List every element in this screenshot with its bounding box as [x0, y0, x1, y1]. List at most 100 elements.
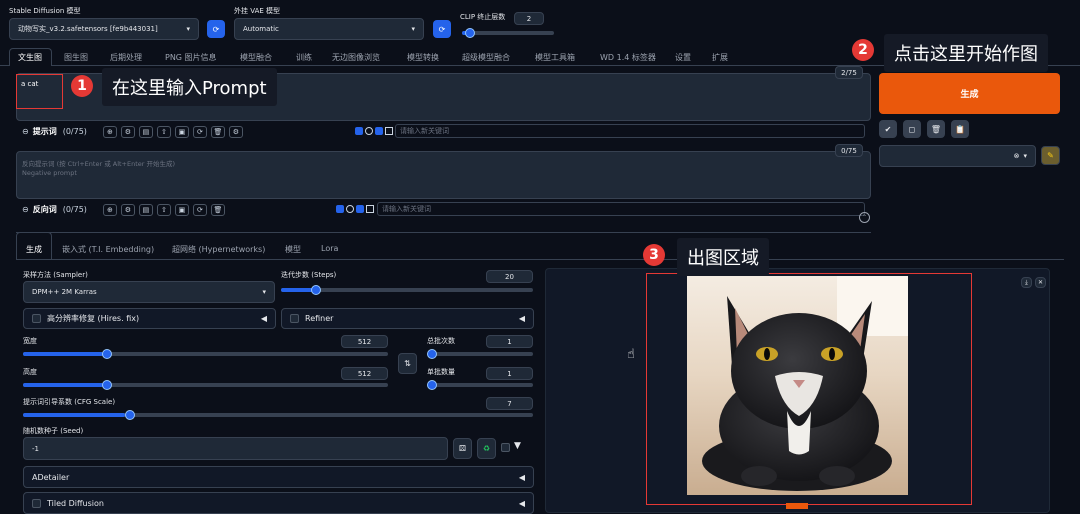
refiner-checkbox[interactable] — [290, 314, 299, 323]
height-label: 高度 — [23, 368, 37, 376]
dice-button[interactable]: ⚄ — [453, 438, 472, 459]
steps-value[interactable]: 20 — [486, 270, 533, 283]
chevron-down-icon: ▾ — [1023, 152, 1027, 160]
subtab-hypernetworks[interactable]: 超网络 (Hypernetworks) — [172, 244, 265, 255]
refiner-accordion[interactable]: Refiner ◀ — [281, 308, 534, 329]
gear-icon[interactable]: ⚙ — [120, 203, 135, 216]
checkbox-unchecked[interactable] — [385, 127, 393, 135]
swap-dimensions-button[interactable]: ⇅ — [398, 353, 417, 374]
globe-icon[interactable]: ⊕ — [102, 203, 117, 216]
batch-size-slider[interactable] — [427, 380, 533, 390]
paste-icon[interactable]: ▤ — [138, 203, 153, 216]
gear-icon[interactable]: ⚙ — [120, 125, 135, 138]
checkbox-checked[interactable] — [356, 205, 364, 213]
seed-label: 随机数种子 (Seed) — [23, 427, 84, 435]
width-slider[interactable] — [23, 349, 388, 359]
tiled-diffusion-accordion[interactable]: Tiled Diffusion ◀ — [23, 492, 534, 514]
negative-label: 反向词 — [32, 205, 57, 214]
trash-icon[interactable]: 🗑 — [927, 120, 945, 138]
batch-size-value[interactable]: 1 — [486, 367, 533, 380]
cfg-value[interactable]: 7 — [486, 397, 533, 410]
clock-icon[interactable] — [346, 205, 354, 213]
clip-slider[interactable] — [462, 28, 554, 38]
vae-select[interactable]: Automatic ▾ — [234, 18, 424, 40]
extra-seed-checkbox[interactable] — [501, 443, 510, 452]
subtab-embedding[interactable]: 嵌入式 (T.I. Embedding) — [62, 244, 154, 255]
refresh-icon[interactable]: ⟳ — [192, 203, 207, 216]
negative-placeholder-1: 反向提示词 (按 Ctrl+Enter 或 Alt+Enter 开始生成) — [22, 160, 176, 168]
clip-value[interactable]: 2 — [514, 12, 544, 25]
upload-icon[interactable]: ⇧ — [156, 125, 171, 138]
height-slider[interactable] — [23, 380, 388, 390]
image-icon[interactable]: ▣ — [174, 125, 189, 138]
tab-infinite-browser[interactable]: 无边图像浏览 — [332, 52, 380, 63]
generate-button[interactable]: 生成 — [879, 73, 1060, 114]
clock-icon[interactable] — [365, 127, 373, 135]
height-value[interactable]: 512 — [341, 367, 388, 380]
annotation-3-badge: 3 — [643, 244, 665, 266]
tab-settings[interactable]: 设置 — [675, 52, 691, 63]
checkbox-checked[interactable] — [355, 127, 363, 135]
tab-extras[interactable]: 后期处理 — [110, 52, 142, 63]
image-icon[interactable]: ▣ — [174, 203, 189, 216]
cfg-slider[interactable] — [23, 410, 533, 420]
negative-toggles — [336, 205, 374, 213]
tab-extensions[interactable]: 扩展 — [712, 52, 728, 63]
check-icon[interactable]: ✔ — [879, 120, 897, 138]
caret-down-icon[interactable]: ▼ — [514, 441, 521, 451]
paste-icon[interactable]: ▤ — [138, 125, 153, 138]
subtab-lora[interactable]: Lora — [321, 244, 338, 253]
chevron-up-icon[interactable]: ⌃ — [859, 212, 870, 223]
generated-image[interactable] — [687, 276, 908, 495]
adetailer-accordion[interactable]: ADetailer ◀ — [23, 466, 534, 488]
width-value[interactable]: 512 — [341, 335, 388, 348]
seed-input[interactable]: -1 — [23, 437, 448, 460]
negative-keyword-input[interactable]: 请输入新关键词 — [377, 202, 865, 216]
tab-train[interactable]: 训练 — [296, 52, 312, 63]
sampler-select[interactable]: DPM++ 2M Karras ▾ — [23, 281, 275, 303]
settings-icon[interactable]: ⚙ — [228, 125, 243, 138]
checkbox-checked[interactable] — [375, 127, 383, 135]
download-icon[interactable]: ⤓ — [1021, 277, 1032, 288]
upload-icon[interactable]: ⇧ — [156, 203, 171, 216]
keyword-input[interactable]: 请输入新关键词 — [395, 124, 865, 138]
recycle-button[interactable]: ♻ — [477, 438, 496, 459]
collapse-icon[interactable]: ⊖ — [22, 205, 29, 214]
tab-checkpoint-merge[interactable]: 模型融合 — [240, 52, 272, 63]
square-icon[interactable]: ◻ — [903, 120, 921, 138]
tab-model-toolbox[interactable]: 模型工具箱 — [535, 52, 575, 63]
checkbox-checked[interactable] — [336, 205, 344, 213]
sampler-value: DPM++ 2M Karras — [32, 288, 97, 296]
sampler-label: 采样方法 (Sampler) — [23, 271, 88, 279]
batch-count-slider[interactable] — [427, 349, 533, 359]
refresh-model-button[interactable]: ⟳ — [207, 20, 225, 38]
hires-fix-accordion[interactable]: 高分辨率修复 (Hires. fix) ◀ — [23, 308, 276, 329]
edit-icon[interactable]: ✎ — [1041, 146, 1060, 165]
tiled-checkbox[interactable] — [32, 498, 41, 508]
collapse-icon[interactable]: ⊖ — [22, 127, 29, 136]
clear-icon[interactable]: ⊗ — [1014, 152, 1020, 160]
checkbox-unchecked[interactable] — [366, 205, 374, 213]
triangle-left-icon: ◀ — [518, 472, 525, 482]
tab-model-convert[interactable]: 模型转换 — [407, 52, 439, 63]
adetailer-label: ADetailer — [32, 472, 70, 482]
tab-wd-tagger[interactable]: WD 1.4 标签器 — [600, 52, 656, 63]
tab-png-info[interactable]: PNG 图片信息 — [165, 52, 217, 63]
close-icon[interactable]: ✕ — [1035, 277, 1046, 288]
subtab-models[interactable]: 模型 — [285, 244, 301, 255]
refresh-vae-button[interactable]: ⟳ — [433, 20, 451, 38]
refresh-icon[interactable]: ⟳ — [192, 125, 207, 138]
subtab-generate[interactable]: 生成 — [26, 244, 42, 255]
tab-super-merge[interactable]: 超级模型融合 — [462, 52, 510, 63]
sd-model-select[interactable]: 动物写实_v3.2.safetensors [fe9b443031] ▾ — [9, 18, 199, 40]
globe-icon[interactable]: ⊕ — [102, 125, 117, 138]
steps-slider[interactable] — [281, 285, 533, 295]
trash-icon[interactable]: 🗑 — [210, 203, 225, 216]
tab-txt2img[interactable]: 文生图 — [18, 52, 42, 63]
clipboard-icon[interactable]: 📋 — [951, 120, 969, 138]
tab-img2img[interactable]: 图生图 — [64, 52, 88, 63]
batch-count-value[interactable]: 1 — [486, 335, 533, 348]
style-select[interactable]: ⊗ ▾ — [879, 145, 1036, 167]
trash-icon[interactable]: 🗑 — [210, 125, 225, 138]
hires-checkbox[interactable] — [32, 314, 41, 323]
